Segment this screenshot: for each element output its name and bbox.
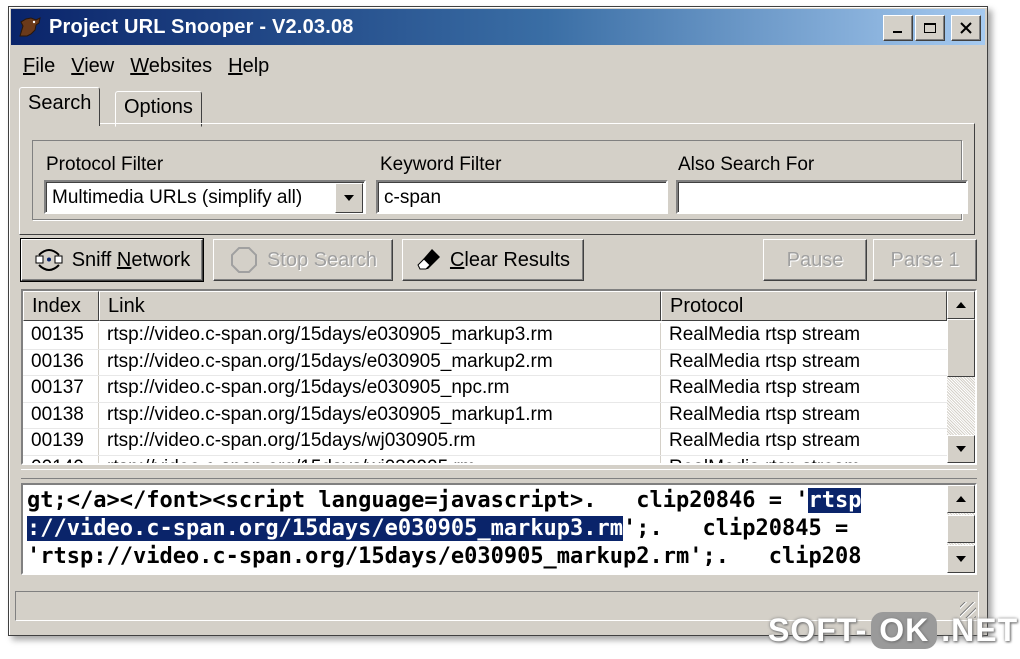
minimize-icon [893, 31, 902, 33]
row-index: 00135 [23, 323, 99, 349]
source-scrollbar[interactable] [947, 485, 975, 573]
arrow-up-icon [956, 302, 966, 308]
protocol-filter-label: Protocol Filter [46, 154, 164, 175]
stop-search-button[interactable]: Stop Search [213, 239, 393, 281]
close-icon [960, 22, 972, 34]
table-row[interactable]: 00136 rtsp://video.c-span.org/15days/e03… [23, 349, 947, 376]
arrow-up-icon [956, 496, 966, 502]
watermark-ok: OK [871, 612, 938, 649]
row-protocol: RealMedia rtsp stream [669, 324, 861, 345]
row-link: rtsp://video.c-span.org/15days/wj030905.… [99, 455, 661, 463]
watermark-net: .NET [941, 612, 1019, 648]
pane-splitter[interactable] [21, 469, 977, 479]
minimize-button[interactable] [883, 15, 913, 41]
column-header-index[interactable]: Index [23, 291, 99, 321]
menu-help[interactable]: Help [220, 51, 277, 81]
horse-app-icon [17, 15, 43, 39]
window-controls [883, 15, 981, 41]
table-row[interactable]: 00139 rtsp://video.c-span.org/15days/wj0… [23, 429, 947, 456]
row-protocol: RealMedia rtsp stream [669, 377, 861, 398]
also-search-label: Also Search For [678, 154, 815, 175]
keyword-filter-label: Keyword Filter [380, 154, 502, 175]
row-link: rtsp://video.c-span.org/15days/e030905_m… [99, 323, 661, 349]
row-index: 00139 [23, 429, 99, 455]
stop-search-label: Stop Search [266, 248, 378, 271]
row-protocol: RealMedia rtsp stream [661, 456, 947, 464]
eraser-icon [417, 249, 440, 270]
tab-search[interactable]: Search [19, 87, 101, 126]
row-link: rtsp://video.c-span.org/15days/e030905_m… [99, 349, 661, 375]
app-window: Project URL Snooper - V2.03.08 File View… [8, 6, 988, 636]
parse-button[interactable]: Parse 1 [873, 239, 977, 281]
table-row[interactable]: 00135 rtsp://video.c-span.org/15days/e03… [23, 323, 947, 350]
title-bar[interactable]: Project URL Snooper - V2.03.08 [11, 9, 985, 45]
sniff-network-label: Sniff Network [71, 248, 191, 271]
tab-options[interactable]: Options [115, 91, 202, 127]
list-rows: 00135 rtsp://video.c-span.org/15days/e03… [23, 323, 947, 464]
row-protocol: RealMedia rtsp stream [669, 403, 861, 425]
source-text[interactable]: gt;</a></font><script language=javascrip… [27, 487, 947, 571]
maximize-icon [924, 23, 936, 33]
row-protocol: RealMedia rtsp stream [669, 350, 861, 372]
row-index: 00138 [23, 402, 99, 428]
pause-button[interactable]: Pause [763, 239, 867, 281]
maximize-button[interactable] [915, 15, 945, 41]
row-index: 00137 [23, 376, 99, 402]
protocol-filter-select[interactable]: Multimedia URLs (simplify all) [44, 180, 366, 214]
arrow-down-icon [956, 446, 966, 452]
source-scroll-thumb[interactable] [947, 515, 975, 543]
results-list[interactable]: Index Link Protocol 00135 rtsp://video.c… [21, 289, 977, 465]
menu-bar: File View Websites Help [15, 51, 277, 81]
stop-octagon-icon [230, 247, 257, 273]
watermark-soft: SOFT- [768, 612, 868, 648]
column-header-protocol[interactable]: Protocol [661, 291, 947, 321]
protocol-filter-value: Multimedia URLs (simplify all) [52, 187, 303, 208]
sniff-network-button[interactable]: Sniff Network [20, 238, 204, 282]
scroll-up-button[interactable] [947, 291, 975, 319]
menu-view[interactable]: View [63, 51, 122, 81]
keyword-filter-input[interactable]: c-span [376, 180, 668, 214]
clear-results-button[interactable]: Clear Results [402, 239, 584, 281]
source-scroll-up-button[interactable] [947, 485, 975, 513]
clear-results-label: Clear Results [449, 248, 571, 271]
menu-file[interactable]: File [15, 51, 63, 81]
search-tab-panel: Protocol Filter Multimedia URLs (simplif… [19, 123, 975, 235]
also-search-input[interactable] [676, 180, 968, 214]
window-title: Project URL Snooper - V2.03.08 [49, 15, 354, 38]
row-index: 00136 [23, 349, 99, 375]
chevron-down-icon [344, 195, 354, 201]
watermark-logo: SOFT- OK .NET [768, 612, 1018, 649]
row-protocol: RealMedia rtsp stream [669, 430, 861, 451]
network-sniff-icon [35, 249, 63, 271]
table-row[interactable]: 00137 rtsp://video.c-span.org/15days/e03… [23, 376, 947, 403]
arrow-down-icon [956, 556, 966, 562]
source-scroll-down-button[interactable] [947, 545, 975, 573]
table-row[interactable]: 00140 rtsp://video.c-span.org/15days/wj0… [23, 455, 947, 464]
scroll-down-button[interactable] [947, 435, 975, 463]
row-link: rtsp://video.c-span.org/15days/wj030905.… [99, 429, 661, 455]
row-link: rtsp://video.c-span.org/15days/e030905_m… [99, 402, 661, 428]
row-index: 00140 [23, 455, 99, 463]
dropdown-button[interactable] [335, 183, 363, 213]
list-header: Index Link Protocol [23, 291, 947, 321]
source-text-pane[interactable]: gt;</a></font><script language=javascrip… [21, 483, 977, 575]
scroll-thumb[interactable] [947, 319, 975, 377]
menu-websites[interactable]: Websites [122, 51, 220, 81]
column-header-link[interactable]: Link [99, 291, 661, 321]
row-link: rtsp://video.c-span.org/15days/e030905_n… [99, 376, 661, 402]
close-button[interactable] [951, 15, 981, 41]
list-scrollbar[interactable] [947, 291, 975, 463]
table-row[interactable]: 00138 rtsp://video.c-span.org/15days/e03… [23, 402, 947, 429]
